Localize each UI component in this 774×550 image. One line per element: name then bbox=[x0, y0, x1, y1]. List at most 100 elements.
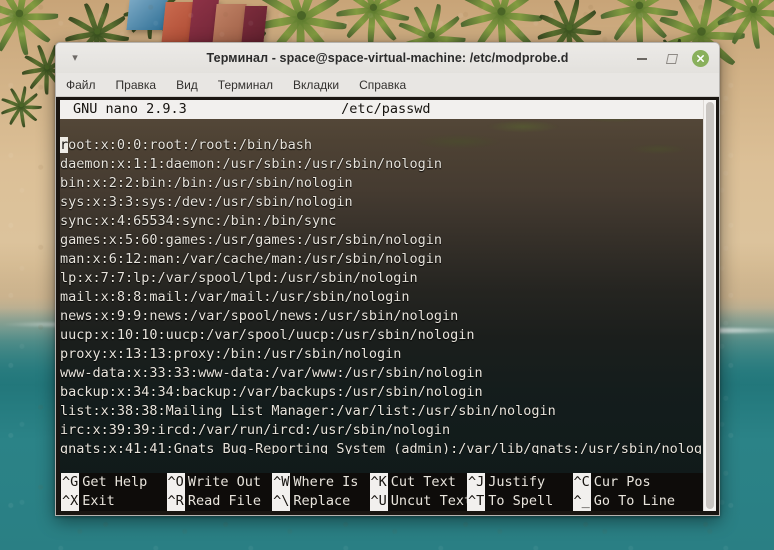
shortcut-cut-text[interactable]: ^K Cut Text bbox=[369, 473, 467, 492]
palm-tree-icon bbox=[254, 0, 347, 66]
nano-file-line: gnats:x:41:41:Gnats Bug-Reporting System… bbox=[60, 440, 703, 454]
close-icon[interactable] bbox=[692, 49, 709, 67]
line-text: mail:x:8:8:mail:/var/mail:/usr/sbin/nolo… bbox=[60, 289, 410, 305]
line-text: list:x:38:38:Mailing List Manager:/var/l… bbox=[60, 403, 556, 419]
shortcut-key: ^_ bbox=[572, 492, 591, 511]
shortcut-cur-pos[interactable]: ^C Cur Pos bbox=[572, 473, 679, 492]
palm-tree-icon bbox=[536, 0, 602, 63]
nano-file-line: daemon:x:1:1:daemon:/usr/sbin:/usr/sbin/… bbox=[60, 155, 703, 174]
minimize-icon[interactable] bbox=[634, 50, 650, 66]
shortcut-label: Go To Line bbox=[593, 493, 676, 509]
text-cursor: r bbox=[60, 137, 69, 153]
shortcut-to-spell[interactable]: ^T To Spell bbox=[466, 492, 573, 511]
shortcut-label: Justify bbox=[488, 474, 546, 490]
palm-tree-icon bbox=[123, 0, 179, 40]
shortcut-key: ^\ bbox=[272, 492, 291, 511]
terminal-screen-area[interactable]: GNU nano 2.9.3 /etc/passwd root:x:0:0:ro… bbox=[56, 97, 719, 515]
line-text: gnats:x:41:41:Gnats Bug-Reporting System… bbox=[60, 441, 703, 454]
nano-status-message: [ Read 43 lines ] bbox=[60, 454, 703, 490]
terminal-scrollbar[interactable] bbox=[703, 100, 716, 511]
line-text: oot:x:0:0:root:/root:/bin/bash bbox=[68, 137, 312, 153]
shortcut-exit[interactable]: ^X Exit bbox=[61, 492, 167, 511]
menubar[interactable]: Файл Правка Вид Терминал Вкладки Справка bbox=[56, 73, 719, 97]
menu-item-view[interactable]: Вид bbox=[176, 78, 198, 92]
shortcut-key: ^K bbox=[369, 473, 388, 492]
menu-item-terminal[interactable]: Терминал bbox=[218, 78, 273, 92]
nano-file-line: proxy:x:13:13:proxy:/bin:/usr/sbin/nolog… bbox=[60, 345, 703, 364]
palm-tree-icon bbox=[658, 0, 745, 79]
nano-file-line: www-data:x:33:33:www-data:/var/www:/usr/… bbox=[60, 364, 703, 383]
shortcut-label: Write Out bbox=[187, 474, 261, 490]
line-text: sync:x:4:65534:sync:/bin:/bin/sync bbox=[60, 213, 337, 229]
menu-item-tabs[interactable]: Вкладки bbox=[293, 78, 339, 92]
palm-tree-icon bbox=[0, 0, 59, 56]
menu-item-help[interactable]: Справка bbox=[359, 78, 406, 92]
line-text: daemon:x:1:1:daemon:/usr/sbin:/usr/sbin/… bbox=[60, 156, 443, 172]
palm-tree-icon bbox=[21, 44, 73, 95]
palm-tree-icon bbox=[396, 3, 466, 73]
nano-filename: /etc/passwd bbox=[341, 101, 431, 117]
shortcut-label: Uncut Text bbox=[390, 493, 473, 509]
nano-file-line: sync:x:4:65534:sync:/bin:/bin/sync bbox=[60, 212, 703, 231]
line-text: lp:x:7:7:lp:/var/spool/lpd:/usr/sbin/nol… bbox=[60, 270, 418, 286]
palm-tree-icon bbox=[716, 0, 774, 50]
shortcut-key: ^O bbox=[166, 473, 185, 492]
palm-tree-icon bbox=[599, 0, 679, 48]
line-text: games:x:5:60:games:/usr/games:/usr/sbin/… bbox=[60, 232, 443, 248]
nano-file-line: bin:x:2:2:bin:/bin:/usr/sbin/nologin bbox=[60, 174, 703, 193]
shortcut-label: Exit bbox=[82, 493, 115, 509]
window-controls[interactable] bbox=[634, 49, 719, 67]
nano-file-line: games:x:5:60:games:/usr/games:/usr/sbin/… bbox=[60, 231, 703, 250]
nano-file-line: lp:x:7:7:lp:/var/spool/lpd:/usr/sbin/nol… bbox=[60, 269, 703, 288]
nano-file-line: man:x:6:12:man:/var/cache/man:/usr/sbin/… bbox=[60, 250, 703, 269]
shortcut-justify[interactable]: ^J Justify bbox=[466, 473, 573, 492]
line-text: irc:x:39:39:ircd:/var/run/ircd:/usr/sbin… bbox=[60, 422, 451, 438]
shortcut-label: Read File bbox=[187, 493, 261, 509]
shortcut-key: ^G bbox=[61, 473, 80, 492]
line-continuation-marker: $ bbox=[702, 441, 703, 454]
palm-tree-icon bbox=[0, 86, 42, 128]
nano-file-line: irc:x:39:39:ircd:/var/run/ircd:/usr/sbin… bbox=[60, 421, 703, 440]
nano-title-bar: GNU nano 2.9.3 /etc/passwd bbox=[60, 100, 703, 119]
nano-version: GNU nano 2.9.3 bbox=[73, 101, 187, 117]
line-text: news:x:9:9:news:/var/spool/news:/usr/sbi… bbox=[60, 308, 459, 324]
window-titlebar[interactable]: ▾ Терминал - space@space-virtual-machine… bbox=[56, 43, 719, 73]
nano-file-content[interactable]: root:x:0:0:root:/root:/bin/bash daemon:x:… bbox=[60, 119, 703, 454]
shortcut-key: ^U bbox=[369, 492, 388, 511]
terminal-window[interactable]: ▾ Терминал - space@space-virtual-machine… bbox=[55, 42, 720, 516]
shortcut-key: ^W bbox=[272, 473, 291, 492]
menu-item-edit[interactable]: Правка bbox=[116, 78, 157, 92]
shortcut-get-help[interactable]: ^G Get Help bbox=[61, 473, 167, 492]
line-text: man:x:6:12:man:/var/cache/man:/usr/sbin/… bbox=[60, 251, 443, 267]
menu-item-file[interactable]: Файл bbox=[66, 78, 96, 92]
shortcut-read-file[interactable]: ^R Read File bbox=[166, 492, 273, 511]
chevron-down-icon[interactable]: ▾ bbox=[62, 52, 88, 64]
shortcut-row-secondary[interactable]: ^X Exit ^R Read File ^\ Replace ^U Uncut Text ^T… bbox=[61, 492, 703, 511]
palm-tree-icon bbox=[459, 0, 543, 57]
line-text: proxy:x:13:13:proxy:/bin:/usr/sbin/nolog… bbox=[60, 346, 402, 362]
shortcut-go-to-line[interactable]: ^_ Go To Line bbox=[572, 492, 679, 511]
shortcut-label: Where Is bbox=[293, 474, 359, 490]
maximize-icon[interactable] bbox=[663, 50, 679, 66]
shortcut-label: Cut Text bbox=[390, 474, 456, 490]
nano-shortcut-bar[interactable]: ^G Get Help ^O Write Out ^W Where Is ^K Cut Tex… bbox=[60, 473, 703, 511]
nano-file-line: sys:x:3:3:sys:/dev:/usr/sbin/nologin bbox=[60, 193, 703, 212]
shortcut-where-is[interactable]: ^W Where Is bbox=[272, 473, 369, 492]
nano-file-line: uucp:x:10:10:uucp:/var/spool/uucp:/usr/s… bbox=[60, 326, 703, 345]
shortcut-write-out[interactable]: ^O Write Out bbox=[166, 473, 273, 492]
line-text: www-data:x:33:33:www-data:/var/www:/usr/… bbox=[60, 365, 483, 381]
line-text: sys:x:3:3:sys:/dev:/usr/sbin/nologin bbox=[60, 194, 353, 210]
building bbox=[126, 0, 168, 30]
scrollbar-thumb[interactable] bbox=[706, 102, 714, 509]
shortcut-label: Get Help bbox=[82, 474, 148, 490]
nano-editor[interactable]: GNU nano 2.9.3 /etc/passwd root:x:0:0:ro… bbox=[60, 100, 703, 511]
nano-file-line: mail:x:8:8:mail:/var/mail:/usr/sbin/nolo… bbox=[60, 288, 703, 307]
shortcut-uncut-text[interactable]: ^U Uncut Text bbox=[369, 492, 472, 511]
shortcut-label: Replace bbox=[293, 493, 351, 509]
shortcut-key: ^C bbox=[572, 473, 591, 492]
shortcut-row-primary[interactable]: ^G Get Help ^O Write Out ^W Where Is ^K Cut Tex… bbox=[61, 473, 703, 492]
shortcut-label: Cur Pos bbox=[593, 474, 651, 490]
palm-tree-icon bbox=[336, 0, 410, 48]
shortcut-key: ^J bbox=[466, 473, 486, 492]
shortcut-replace[interactable]: ^\ Replace bbox=[272, 492, 369, 511]
